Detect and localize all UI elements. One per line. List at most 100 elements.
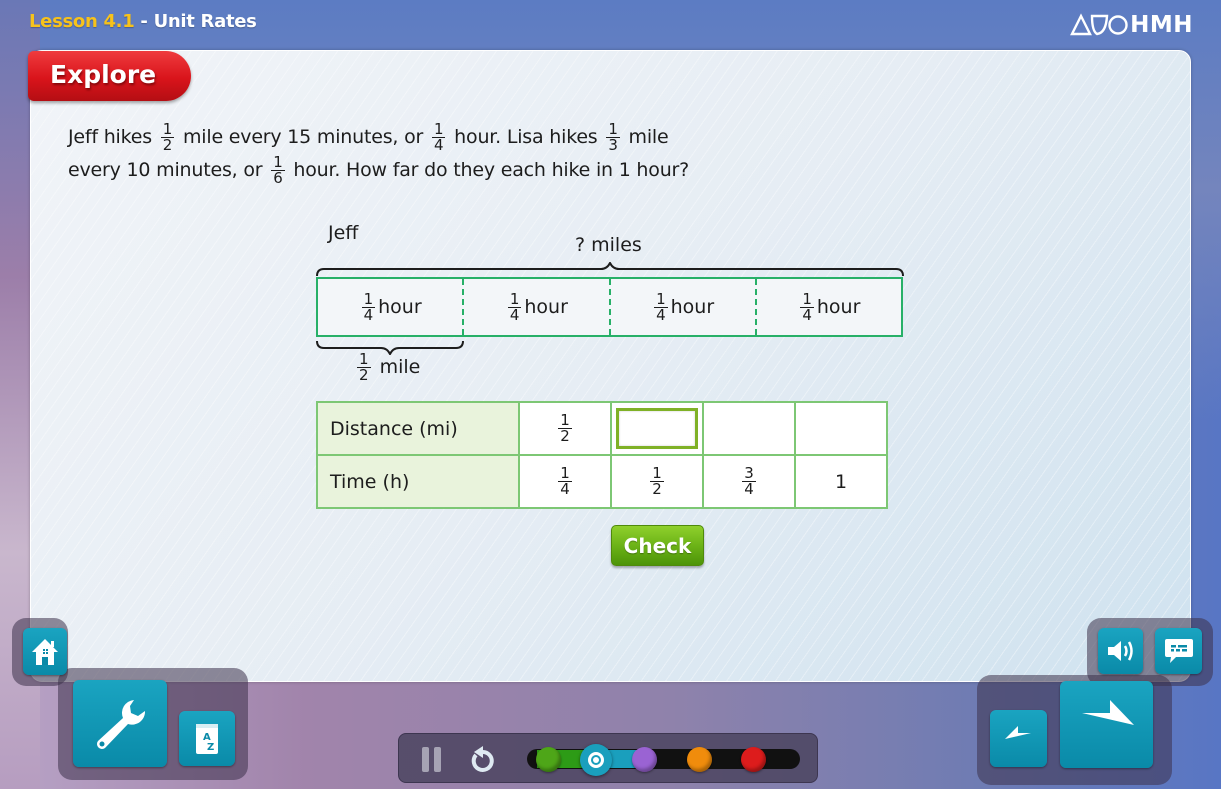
row-header: Time (h)	[316, 454, 520, 509]
numerator: 1	[359, 350, 369, 368]
problem-text-segment: mile	[628, 126, 669, 148]
glossary-az-icon: A Z	[196, 723, 218, 754]
fraction: 12	[650, 466, 664, 497]
numerator: 1	[560, 464, 570, 482]
denominator: 2	[558, 427, 572, 445]
fraction: 34	[742, 466, 756, 497]
segment-unit: hour	[378, 296, 422, 318]
table-row-time: Time (h) 14 12 34 1	[316, 454, 888, 509]
fraction-one-half: 12	[160, 120, 175, 153]
tape-segment: 14 hour	[318, 279, 465, 335]
pause-button[interactable]	[421, 746, 443, 773]
fraction-one-fourth: 14	[431, 120, 446, 153]
numerator: 1	[802, 289, 812, 308]
numerator: 1	[162, 120, 173, 138]
tools-button[interactable]	[73, 680, 167, 767]
pause-icon	[422, 747, 441, 772]
audio-button[interactable]	[1098, 628, 1143, 674]
denominator: 2	[357, 366, 371, 384]
title-separator: -	[134, 11, 154, 32]
numerator: 1	[652, 464, 662, 482]
hmh-logo: HMH	[1070, 12, 1193, 38]
problem-text: Jeff hikes 12 mile every 15 minutes, or …	[68, 118, 808, 190]
table-cell	[794, 401, 888, 456]
table-cell: 12	[518, 401, 612, 456]
problem-text-segment: Jeff hikes	[68, 126, 152, 148]
replay-icon	[471, 746, 494, 772]
caption-icon	[1164, 639, 1193, 663]
lesson-name: Unit Rates	[153, 11, 257, 32]
brand-name: HMH	[1130, 12, 1193, 38]
top-brace	[316, 262, 904, 277]
table-cell: 34	[702, 454, 796, 509]
denominator: 4	[558, 480, 572, 498]
denominator: 4	[507, 305, 522, 324]
numerator: 1	[608, 120, 618, 138]
rate-table: Distance (mi) 12 Time (h) 14 12 34 1	[316, 401, 888, 509]
back-button[interactable]	[990, 710, 1047, 767]
lesson-number: Lesson 4.1	[29, 11, 135, 32]
problem-text-segment: mile every 15 minutes, or	[182, 126, 424, 148]
progress-step-1[interactable]	[536, 747, 561, 772]
tape-segment: 14 hour	[611, 279, 757, 335]
table-row-distance: Distance (mi) 12	[316, 401, 888, 456]
numerator: 1	[433, 120, 444, 138]
distance-answer-input[interactable]	[616, 408, 698, 449]
check-button[interactable]: Check	[611, 525, 704, 566]
tape-segment: 14 hour	[757, 279, 901, 335]
diagram-name-label: Jeff	[328, 222, 359, 244]
progress-step-4[interactable]	[687, 747, 712, 772]
numerator: 1	[273, 153, 283, 171]
fraction-one-sixth: 16	[271, 153, 285, 187]
tape-diagram: 14 hour 14 hour 14 hour 14 hour	[316, 277, 903, 337]
fraction: 14	[654, 289, 668, 324]
home-button[interactable]	[23, 628, 67, 675]
progress-step-2[interactable]	[580, 744, 612, 776]
table-cell: 1	[794, 454, 888, 509]
segment-distance-label: 12 mile	[354, 352, 420, 383]
svg-text:Z: Z	[207, 742, 214, 753]
progress-step-5[interactable]	[741, 747, 766, 772]
diagram-total-label: ? miles	[575, 234, 642, 256]
fraction: 14	[800, 289, 814, 324]
wrench-icon	[97, 699, 146, 749]
problem-text-segment: every 10 minutes, or	[68, 159, 263, 181]
table-cell: 12	[610, 454, 704, 509]
lesson-title: Lesson 4.1 - Unit Rates	[29, 11, 257, 32]
fraction: 14	[558, 466, 572, 497]
numerator: 1	[363, 289, 374, 308]
replay-button[interactable]	[468, 746, 494, 774]
table-cell	[610, 401, 704, 456]
arrow-right-icon	[1081, 699, 1134, 725]
problem-text-segment: hour. Lisa hikes	[454, 126, 598, 148]
hmh-shapes-icon	[1070, 13, 1128, 36]
denominator: 4	[361, 305, 376, 324]
fraction: 12	[558, 413, 572, 444]
problem-line-2: every 10 minutes, or 16 hour. How far do…	[68, 151, 808, 190]
denominator: 4	[742, 480, 756, 498]
numerator: 3	[744, 464, 754, 482]
fraction: 14	[507, 289, 522, 324]
segment-unit: hour	[524, 296, 568, 318]
numerator: 1	[656, 289, 666, 308]
row-header: Distance (mi)	[316, 401, 520, 456]
glossary-button[interactable]: A Z	[179, 711, 235, 766]
captions-button[interactable]	[1155, 628, 1202, 674]
fraction: 14	[361, 289, 376, 324]
speaker-icon	[1107, 641, 1133, 661]
denominator: 2	[650, 480, 664, 498]
segment-label-unit: mile	[379, 356, 421, 378]
segment-unit: hour	[670, 296, 715, 318]
next-button[interactable]	[1060, 681, 1153, 768]
current-step-ring-icon	[588, 752, 604, 768]
numerator: 1	[509, 289, 520, 308]
segment-unit: hour	[816, 296, 861, 318]
arrow-left-icon	[1004, 725, 1031, 739]
denominator: 6	[271, 169, 285, 187]
progress-step-3[interactable]	[632, 747, 657, 772]
denominator: 4	[654, 305, 668, 324]
numerator: 1	[560, 411, 570, 429]
denominator: 4	[800, 305, 814, 324]
fraction-one-half: 12	[357, 352, 371, 383]
fraction-one-third: 13	[606, 120, 620, 153]
